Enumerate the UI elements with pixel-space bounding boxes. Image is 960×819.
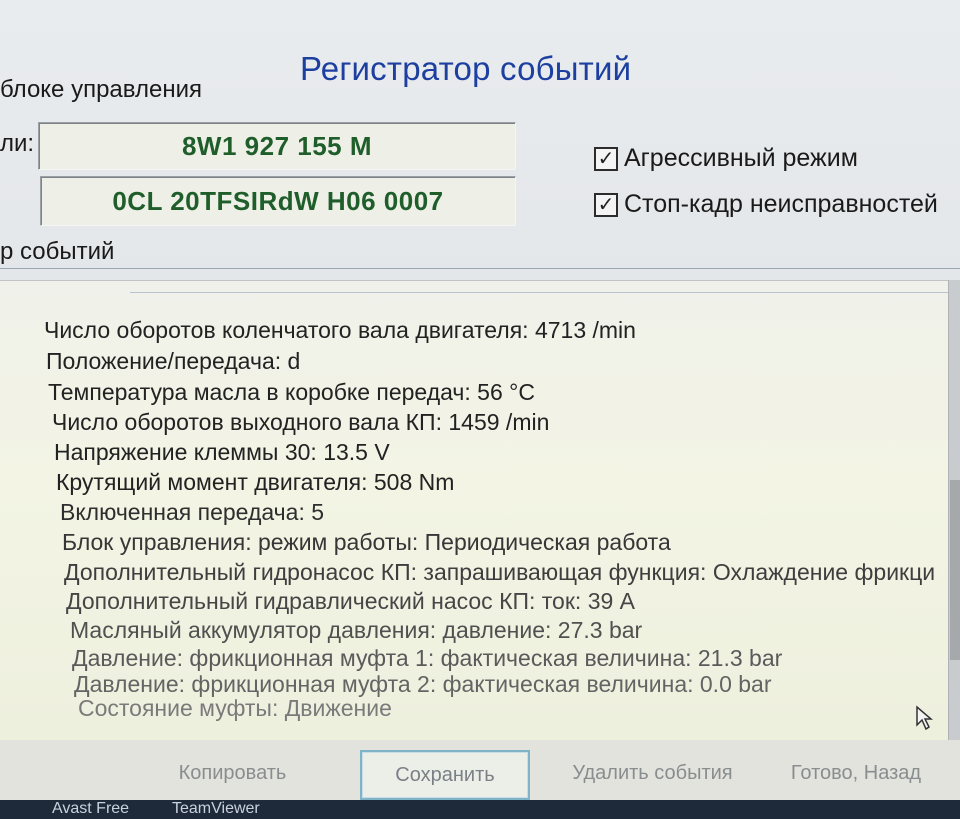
log-line: Давление: фрикционная муфта 1: фактическ…	[72, 645, 783, 671]
delete-events-button[interactable]: Удалить события	[560, 750, 745, 796]
log-line: Дополнительный гидравлический насос КП: …	[66, 588, 636, 614]
log-line: Масляный аккумулятор давления: давление:…	[70, 617, 643, 643]
events-group-label: р событий	[0, 238, 115, 265]
aggressive-mode-checkbox[interactable]: ✓	[594, 146, 618, 171]
control-unit-group-label: блоке управления	[0, 76, 202, 103]
event-log-list[interactable]: Число оборотов коленчатого вала двигател…	[0, 280, 948, 741]
freeze-frame-label: Стоп-кадр неисправностей	[624, 190, 938, 218]
aggressive-mode-label: Агрессивный режим	[624, 144, 858, 172]
copy-button[interactable]: Копировать	[160, 750, 305, 796]
part-number-field: 8W1 927 155 M	[38, 122, 516, 170]
log-line: Положение/передача: d	[46, 348, 301, 374]
log-line: Дополнительный гидронасос КП: запрашиваю…	[64, 559, 936, 585]
log-line: Число оборотов коленчатого вала двигател…	[44, 317, 636, 343]
mouse-cursor-icon	[916, 705, 933, 731]
save-button[interactable]: Сохранить	[360, 750, 530, 800]
log-line: Давление: фрикционная муфта 2: фактическ…	[74, 671, 772, 697]
log-line: Состояние муфты: Движение	[78, 695, 392, 721]
taskbar-item-teamviewer[interactable]: TeamViewer	[172, 800, 260, 818]
log-scrollbar[interactable]	[948, 280, 960, 740]
log-line: Крутящий момент двигателя: 508 Nm	[56, 469, 455, 495]
log-scroll-thumb[interactable]	[950, 480, 960, 660]
log-header-divider	[130, 292, 960, 293]
taskbar-item-avast[interactable]: Avast Free	[52, 800, 129, 818]
log-line: Напряжение клеммы 30: 13.5 V	[54, 439, 390, 465]
window-title: Регистратор событий	[300, 50, 632, 87]
log-line: Число оборотов выходного вала КП: 1459 /…	[52, 409, 550, 435]
freeze-frame-option[interactable]: ✓ Стоп-кадр неисправностей	[594, 190, 938, 219]
group-divider	[0, 268, 960, 269]
done-back-button[interactable]: Готово, Назад	[780, 750, 932, 796]
log-line: Блок управления: режим работы: Периодиче…	[62, 529, 671, 555]
part-number-label: ли:	[0, 130, 35, 157]
software-version-field: 0CL 20TFSIRdW H06 0007	[40, 176, 516, 226]
taskbar: Avast Free TeamViewer	[0, 800, 960, 819]
log-line: Температура масла в коробке передач: 56 …	[48, 379, 535, 405]
log-line: Включенная передача: 5	[60, 499, 325, 525]
freeze-frame-checkbox[interactable]: ✓	[594, 192, 618, 217]
aggressive-mode-option[interactable]: ✓ Агрессивный режим	[594, 144, 858, 173]
event-recorder-window: Регистратор событий блоке управления ли:…	[0, 0, 960, 819]
